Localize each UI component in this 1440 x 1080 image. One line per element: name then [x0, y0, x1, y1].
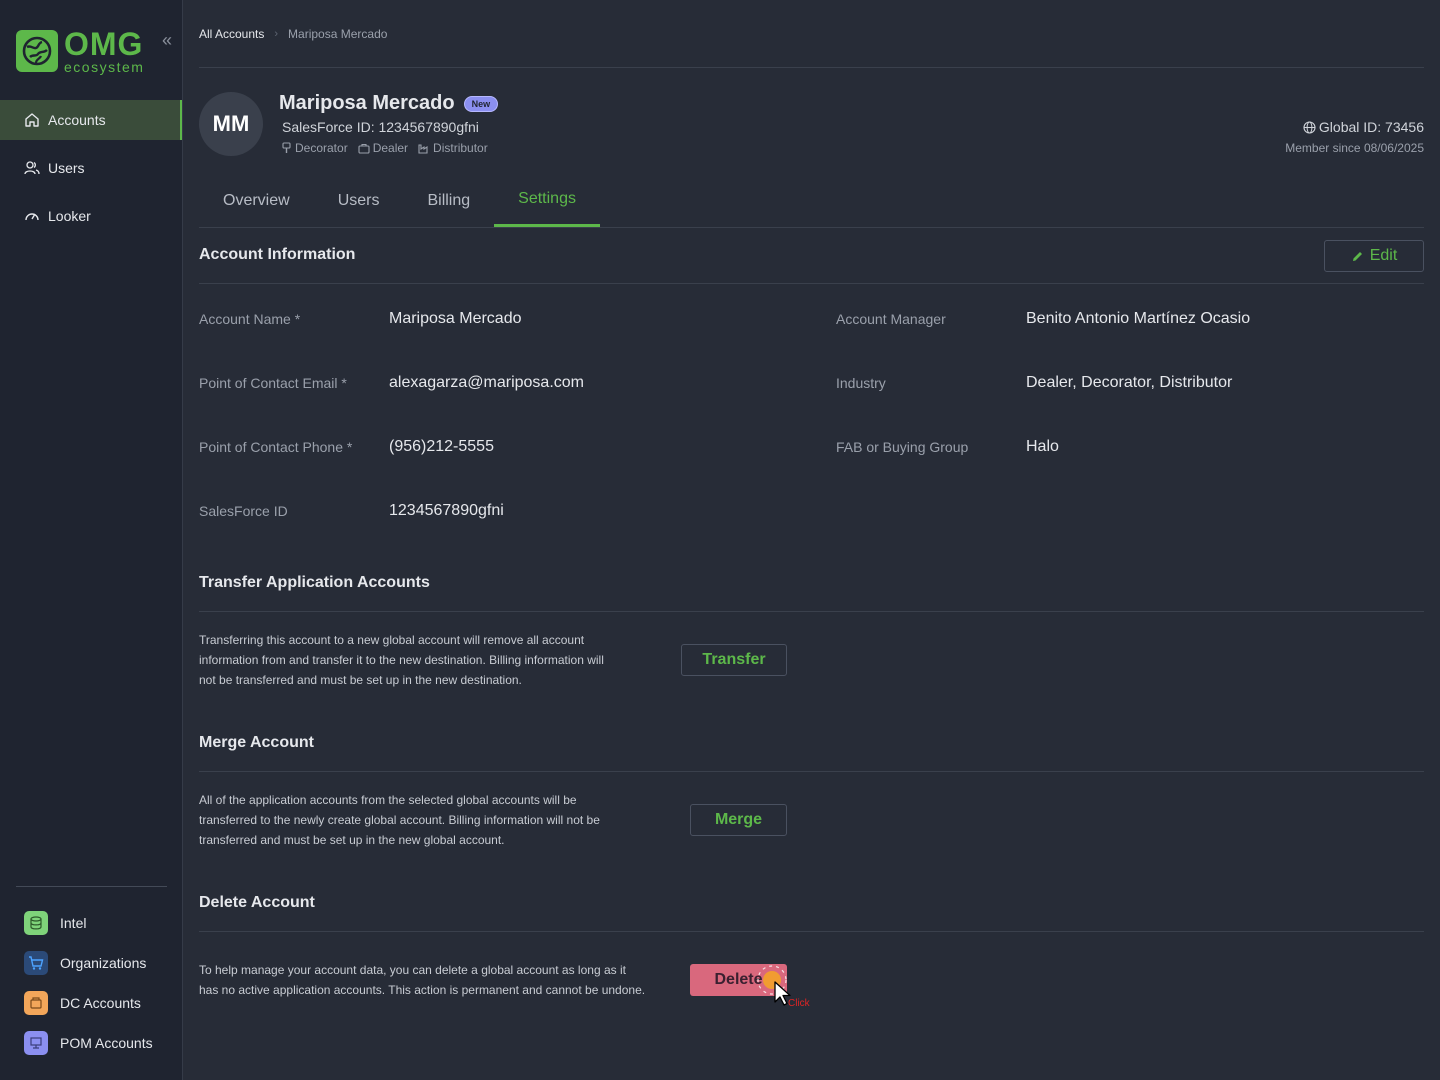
field-value-account-manager: Benito Antonio Martínez Ocasio — [1026, 310, 1251, 327]
breadcrumb-current: Mariposa Mercado — [288, 27, 388, 41]
brand-name: OMG — [64, 26, 144, 62]
description-line: information from and transfer it to the … — [199, 653, 604, 667]
field-label-account-manager: Account Manager — [836, 311, 946, 327]
breadcrumb: All Accounts › Mariposa Mercado — [199, 27, 387, 41]
section-title-merge: Merge Account — [199, 734, 314, 751]
app-link-dc-accounts[interactable]: DC Accounts — [24, 991, 141, 1015]
description-line: Transferring this account to a new globa… — [199, 633, 585, 647]
tab-overview[interactable]: Overview — [199, 174, 314, 227]
avatar: MM — [199, 92, 263, 156]
section-divider — [199, 283, 1424, 284]
pencil-icon — [1352, 251, 1362, 261]
salesforce-id-line: SalesForce ID: 1234567890gfni — [282, 119, 479, 135]
app-link-label: POM Accounts — [60, 1035, 153, 1051]
status-badge: New — [463, 95, 499, 112]
brand-logo[interactable]: OMG ecosystem — [16, 28, 144, 74]
box-icon — [24, 991, 48, 1015]
merge-description: All of the application accounts from the… — [199, 790, 600, 850]
app-link-label: Organizations — [60, 955, 147, 971]
tag-label: Decorator — [295, 141, 348, 155]
field-label-buying-group: FAB or Buying Group — [836, 439, 969, 455]
home-icon — [25, 113, 39, 127]
gauge-icon — [25, 213, 39, 221]
member-since: Member since 08/06/2025 — [1285, 141, 1424, 155]
description-line: not be transferred and must be set up in… — [199, 673, 522, 687]
tag-distributor: Distributor — [418, 141, 488, 155]
briefcase-icon — [358, 143, 370, 154]
header-divider — [199, 67, 1424, 68]
global-id-text: Global ID: 73456 — [1318, 119, 1424, 135]
sidebar: OMG ecosystem « Accounts Users Looker In… — [0, 0, 183, 1080]
sidebar-item-users[interactable]: Users — [0, 148, 182, 188]
tab-bar: Overview Users Billing Settings — [199, 174, 600, 227]
merge-button[interactable]: Merge — [690, 804, 787, 836]
section-title-delete: Delete Account — [199, 894, 315, 911]
tab-settings[interactable]: Settings — [494, 174, 600, 227]
chevron-right-icon: › — [274, 28, 279, 40]
section-divider — [199, 611, 1424, 612]
description-line: All of the application accounts from the… — [199, 793, 577, 807]
industry-tags: Decorator Dealer Distributor — [281, 141, 488, 155]
sidebar-item-looker[interactable]: Looker — [0, 196, 182, 236]
field-value-contact-phone: (956)212-5555 — [389, 438, 494, 455]
transfer-description: Transferring this account to a new globa… — [199, 630, 604, 690]
section-title-transfer: Transfer Application Accounts — [199, 574, 430, 591]
sidebar-item-label: Looker — [48, 208, 91, 224]
factory-icon — [418, 143, 428, 154]
sidebar-item-label: Users — [48, 160, 85, 176]
tab-billing[interactable]: Billing — [403, 174, 494, 227]
edit-button[interactable]: Edit — [1324, 240, 1424, 272]
sidebar-divider — [16, 886, 167, 887]
globe-logo-icon — [16, 30, 58, 72]
tag-label: Distributor — [433, 141, 488, 155]
field-value-buying-group: Halo — [1026, 438, 1059, 455]
app-link-intel[interactable]: Intel — [24, 911, 86, 935]
field-value-contact-email: alexagarza@mariposa.com — [389, 374, 584, 391]
global-id: Global ID: 73456 — [1303, 119, 1424, 135]
cursor-click-indicator: Click — [757, 965, 811, 1009]
field-label-contact-email: Point of Contact Email * — [199, 375, 347, 391]
easel-icon — [24, 1031, 48, 1055]
description-line: has no active application accounts. This… — [199, 983, 646, 997]
section-title-account-info: Account Information — [199, 246, 356, 263]
tag-decorator: Decorator — [281, 141, 348, 155]
breadcrumb-link-all-accounts[interactable]: All Accounts — [199, 27, 264, 41]
section-divider — [199, 771, 1424, 772]
field-value-salesforce-id: 1234567890gfni — [389, 502, 504, 519]
brush-icon — [282, 142, 291, 153]
delete-description: To help manage your account data, you ca… — [199, 960, 645, 1000]
field-value-industry: Dealer, Decorator, Distributor — [1026, 374, 1233, 391]
tag-label: Dealer — [372, 141, 409, 155]
field-value-account-name: Mariposa Mercado — [389, 310, 522, 327]
app-link-organizations[interactable]: Organizations — [24, 951, 146, 975]
cart-icon — [24, 951, 48, 975]
tabs-divider — [199, 227, 1424, 228]
account-title: Mariposa Mercado New — [279, 92, 499, 115]
users-icon — [24, 161, 40, 175]
brand-subtitle: ecosystem — [64, 59, 145, 75]
section-divider — [199, 931, 1424, 932]
description-line: To help manage your account data, you ca… — [199, 963, 626, 977]
globe-icon — [1303, 120, 1316, 134]
sidebar-item-label: Accounts — [48, 112, 106, 128]
click-label: Click — [788, 998, 811, 1009]
app-link-label: Intel — [60, 915, 87, 931]
field-label-salesforce-id: SalesForce ID — [199, 503, 288, 519]
database-icon — [24, 911, 48, 935]
sidebar-item-accounts[interactable]: Accounts — [0, 100, 182, 140]
tag-dealer: Dealer — [358, 141, 408, 155]
field-label-industry: Industry — [836, 375, 886, 391]
transfer-button[interactable]: Transfer — [681, 644, 787, 676]
double-chevron-left-icon[interactable]: « — [162, 30, 172, 51]
edit-button-label: Edit — [1369, 247, 1398, 264]
description-line: transferred and must be set up in the ne… — [199, 833, 505, 847]
field-label-account-name: Account Name * — [199, 311, 301, 327]
field-label-contact-phone: Point of Contact Phone * — [199, 439, 353, 455]
tab-users[interactable]: Users — [314, 174, 404, 227]
account-name: Mariposa Mercado — [279, 92, 455, 114]
description-line: transferred to the newly create global a… — [199, 813, 600, 827]
app-link-pom-accounts[interactable]: POM Accounts — [24, 1031, 153, 1055]
app-link-label: DC Accounts — [60, 995, 141, 1011]
